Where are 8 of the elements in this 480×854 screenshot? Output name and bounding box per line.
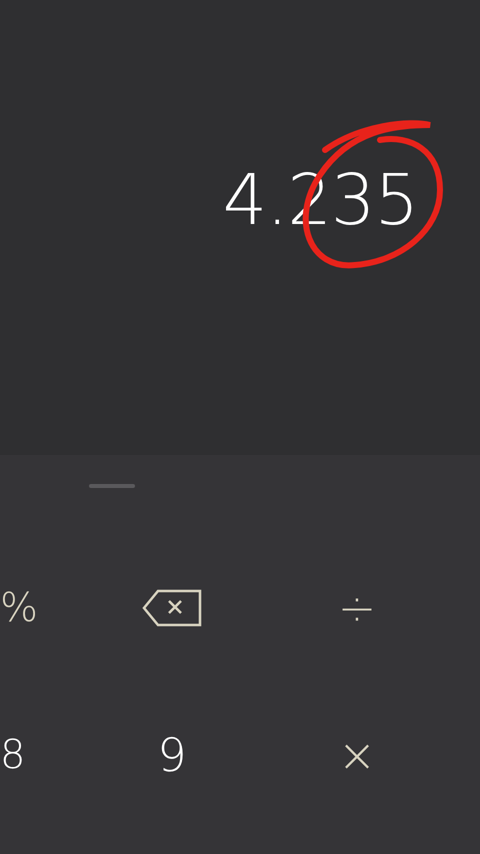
digit-key[interactable]: 9 (157, 732, 187, 778)
drag-handle[interactable] (89, 484, 135, 488)
operator-key[interactable]: × (338, 732, 376, 778)
operator-key[interactable]: % (0, 588, 38, 628)
backspace-icon (141, 588, 203, 628)
operator-key[interactable]: ÷ (338, 584, 376, 630)
digit-key[interactable]: 8 (0, 734, 26, 774)
backspace-button[interactable] (141, 588, 203, 628)
